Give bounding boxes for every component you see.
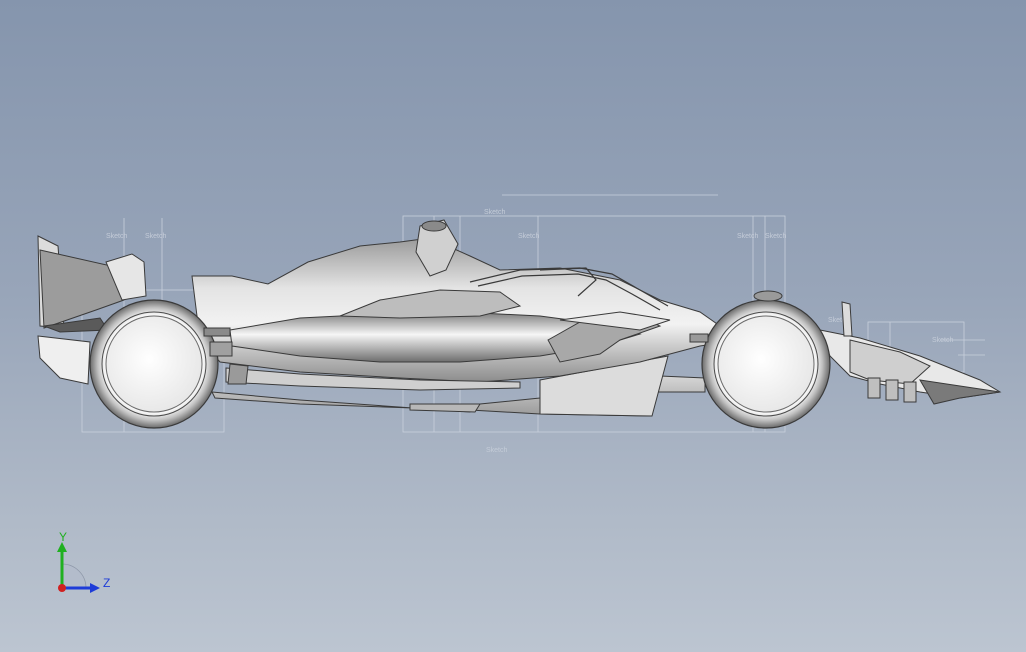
front-wing[interactable] — [819, 301, 1002, 405]
triad-plane-quadrant — [61, 563, 87, 589]
front-wheel[interactable] — [689, 290, 831, 429]
svg-text:Sketch: Sketch — [737, 233, 759, 240]
svg-text:Sketch: Sketch — [932, 337, 954, 344]
triad-x-axis-dot — [58, 584, 66, 592]
orientation-triad: Y Z — [40, 528, 130, 608]
graphics-viewport[interactable]: Sketch Sketch Sketch Sketch Sketch Sketc… — [0, 0, 1026, 652]
svg-text:Sketch: Sketch — [145, 233, 167, 240]
svg-text:Sketch: Sketch — [484, 209, 506, 216]
triad-z-arrow — [90, 583, 100, 593]
svg-text:Sketch: Sketch — [106, 233, 128, 240]
svg-text:Sketch: Sketch — [765, 233, 787, 240]
f1-car-model[interactable]: Sketch Sketch Sketch Sketch Sketch Sketc… — [0, 0, 1026, 652]
triad-y-label: Y — [59, 530, 67, 544]
triad-z-label: Z — [103, 576, 110, 590]
svg-text:Sketch: Sketch — [518, 233, 540, 240]
svg-text:Sketch: Sketch — [486, 447, 508, 454]
